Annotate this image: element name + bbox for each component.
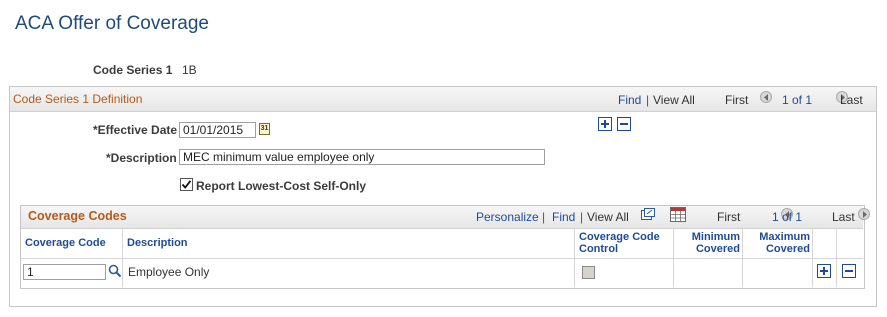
column-header-coverage-code[interactable]: Coverage Code	[25, 237, 106, 249]
plus-icon	[601, 120, 609, 128]
grid-find-link[interactable]: Find	[552, 210, 575, 224]
nav-separator: |	[646, 93, 650, 107]
grid-first-label: First	[717, 210, 741, 224]
grid-next-button[interactable]	[858, 208, 871, 220]
nav-separator: |	[542, 210, 546, 224]
column-header-line: Maximum	[759, 231, 810, 243]
definition-find-link[interactable]: Find	[618, 93, 641, 107]
report-lowest-cost-checkbox[interactable]	[180, 178, 193, 191]
description-input[interactable]	[179, 149, 545, 165]
column-header-line: Minimum	[691, 231, 740, 243]
effective-date-label: *Effective Date	[93, 123, 178, 137]
definition-previous-button[interactable]	[760, 91, 772, 103]
report-lowest-cost-label: Report Lowest-Cost Self-Only	[196, 179, 367, 193]
column-header-line: Coverage Code	[579, 231, 660, 243]
page-title: ACA Offer of Coverage	[15, 13, 209, 34]
column-header-coverage-code-control[interactable]: Coverage Code Control	[579, 231, 660, 255]
column-header-line: Control	[579, 243, 619, 255]
grid-view-all-link[interactable]: View All	[587, 210, 629, 224]
definition-row-count: 1 of 1	[782, 93, 813, 107]
code-series-value: 1B	[182, 63, 197, 77]
column-header-description[interactable]: Description	[127, 237, 188, 249]
grid-row-count: 1 of 1	[772, 210, 803, 224]
definition-last-label: Last	[840, 93, 863, 107]
definition-delete-row-button[interactable]	[617, 117, 631, 131]
chevron-right-icon	[863, 211, 868, 218]
minus-icon	[845, 270, 853, 272]
grid-last-label: Last	[832, 210, 855, 224]
new-window-icon[interactable]	[641, 208, 655, 221]
download-grid-icon[interactable]	[670, 207, 686, 222]
grid-delete-row-button[interactable]	[842, 264, 856, 278]
nav-separator: |	[580, 210, 584, 224]
effective-date-input[interactable]	[179, 122, 256, 138]
plus-icon	[820, 267, 828, 275]
code-series-label: Code Series 1	[93, 63, 173, 77]
coverage-code-control-checkbox	[582, 266, 595, 279]
column-header-line: Covered	[695, 243, 740, 255]
definition-view-all-link[interactable]: View All	[653, 93, 695, 107]
coverage-codes-title: Coverage Codes	[28, 209, 127, 223]
search-icon[interactable]	[108, 264, 122, 278]
coverage-code-input[interactable]	[23, 264, 106, 280]
checkmark-icon	[181, 180, 192, 189]
grid-personalize-link[interactable]: Personalize	[476, 210, 539, 224]
calendar-icon[interactable]: 31	[259, 123, 270, 135]
row-description: Employee Only	[128, 265, 210, 279]
description-label: *Description	[106, 151, 177, 165]
column-header-maximum-covered[interactable]: Maximum Covered	[745, 231, 810, 255]
definition-title: Code Series 1 Definition	[13, 92, 143, 106]
definition-first-label: First	[725, 93, 749, 107]
column-header-line: Covered	[765, 243, 810, 255]
minus-icon	[620, 123, 628, 125]
definition-add-row-button[interactable]	[598, 117, 612, 131]
grid-add-row-button[interactable]	[817, 264, 831, 278]
column-header-minimum-covered[interactable]: Minimum Covered	[676, 231, 740, 255]
chevron-left-icon	[764, 94, 768, 101]
